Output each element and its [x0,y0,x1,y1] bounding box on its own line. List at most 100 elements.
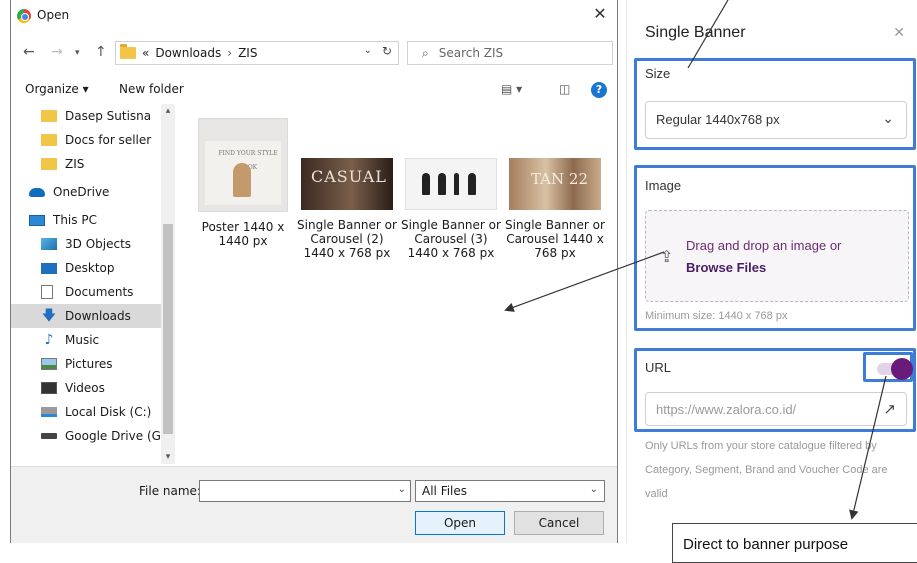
annotation-tooltip: Direct to banner purpose [672,523,917,563]
desktop-icon [41,262,57,274]
folder-icon [41,110,57,122]
scroll-down-icon[interactable]: ▾ [161,452,175,462]
dialog-footer: File name: ⌄ All Files ⌄ Open Cancel [11,466,617,543]
url-placeholder: https://www.zalora.co.id/ [656,402,797,417]
sidebar-item-onedrive[interactable]: OneDrive [11,180,175,204]
file-item-carousel-2[interactable]: CASUAL Single Banner or Carousel (2) 144… [295,110,399,260]
sidebar-item-label: Google Drive (G:) [65,429,170,443]
file-thumbnail [405,158,497,210]
forward-icon[interactable]: → [51,44,63,60]
size-select[interactable]: Regular 1440x768 px ⌄ [645,101,907,139]
sidebar-item-label: Downloads [65,309,131,323]
breadcrumb-downloads[interactable]: Downloads [155,46,221,60]
external-link-icon[interactable]: ↗ [883,400,896,418]
organize-button[interactable]: Organize ▾ [25,82,89,96]
size-value: Regular 1440x768 px [656,112,780,127]
url-toggle[interactable] [873,358,913,380]
sidebar-item-label: OneDrive [53,185,110,199]
sidebar-item-local-disk[interactable]: Local Disk (C:) [11,400,175,424]
upload-icon: ⇪ [660,249,674,266]
file-thumbnail: FIND YOUR STYLE LOOK [198,118,288,212]
document-icon [41,285,53,299]
image-label: Image [645,178,682,193]
video-icon [41,382,57,394]
sidebar-item-label: Videos [65,381,105,395]
cube-icon [41,238,57,250]
thumbnail-figure [468,173,476,195]
image-drop-zone[interactable]: ⇪ Drag and drop an image or Browse Files [645,210,909,302]
chevron-down-icon: ⌄ [589,484,598,495]
scrollbar-thumb[interactable] [163,224,173,434]
disk-icon [41,407,57,417]
file-item-poster[interactable]: FIND YOUR STYLE LOOK Poster 1440 x 1440 … [191,110,295,248]
sidebar-item-documents[interactable]: Documents [11,280,175,304]
sidebar-item-zis[interactable]: ZIS [11,152,175,176]
refresh-icon[interactable]: ↻ [382,44,392,58]
sidebar-item-label: Docs for seller [65,133,152,147]
file-name: Single Banner or Carousel 1440 x 768 px [505,218,605,260]
search-placeholder: Search ZIS [438,46,504,60]
help-icon[interactable]: ? [591,82,607,98]
back-icon[interactable]: ← [23,44,35,60]
sidebar-item-label: Local Disk (C:) [65,405,152,419]
file-thumbnail: CASUAL [301,158,393,210]
url-input[interactable]: https://www.zalora.co.id/ ↗ [645,392,907,426]
preview-pane-icon[interactable]: ◫ [559,82,570,96]
file-type-select[interactable]: All Files ⌄ [415,480,605,502]
sidebar-item-label: Documents [65,285,134,299]
folder-icon [41,134,57,146]
min-size-hint: Minimum size: 1440 x 768 px [645,310,788,322]
view-options-icon[interactable]: ▤ ▾ [501,82,522,96]
open-file-dialog: Open ✕ ← → ▾ ↑ « Downloads › ZIS ⌄ ↻ ⌕ S… [10,0,618,543]
close-icon[interactable]: ✕ [893,24,905,41]
up-icon[interactable]: ↑ [95,44,107,60]
file-name-label: File name: [139,484,201,498]
new-folder-button[interactable]: New folder [119,82,184,96]
sidebar-scrollbar[interactable]: ▴ ▾ [161,104,175,464]
cancel-button[interactable]: Cancel [514,511,604,535]
browse-files-link[interactable]: Browse Files [686,260,766,275]
sidebar-item-desktop[interactable]: Desktop [11,256,175,280]
sidebar-item-this-pc[interactable]: This PC [11,208,175,232]
thumbnail-figure [454,173,459,195]
file-thumbnail: TAN 22 [509,158,601,210]
scroll-up-icon[interactable]: ▴ [161,106,175,116]
thumbnail-text: TAN 22 [531,170,588,188]
thumbnail-figure [438,173,446,195]
sidebar-item-3d-objects[interactable]: 3D Objects [11,232,175,256]
sidebar-item-label: 3D Objects [65,237,132,251]
close-icon[interactable]: ✕ [589,4,611,23]
address-bar[interactable]: « Downloads › ZIS ⌄ ↻ [115,41,399,65]
dialog-title: Open [37,8,70,22]
file-item-carousel-3[interactable]: Single Banner or Carousel (3) 1440 x 768… [399,110,503,260]
thumbnail-figure [422,173,430,195]
file-list: FIND YOUR STYLE LOOK Poster 1440 x 1440 … [191,110,611,460]
music-icon: ♪ [44,332,54,348]
chevron-down-icon[interactable]: ⌄ [364,45,372,56]
sidebar-item-videos[interactable]: Videos [11,376,175,400]
file-name: Poster 1440 x 1440 px [201,220,285,248]
chevron-right-icon: › [227,46,233,60]
recent-dropdown-icon[interactable]: ▾ [75,48,80,58]
chevron-down-icon[interactable]: ⌄ [398,484,406,495]
sidebar-item-google-drive[interactable]: Google Drive (G:) [11,424,175,448]
sidebar-item-pictures[interactable]: Pictures [11,352,175,376]
search-icon: ⌕ [422,45,429,60]
sidebar-item-music[interactable]: ♪ Music [11,328,175,352]
folder-icon [41,158,57,170]
open-button[interactable]: Open [415,511,505,535]
sidebar-item-downloads[interactable]: 🡇 Downloads [11,304,175,328]
file-type-value: All Files [422,484,468,498]
file-name: Single Banner or Carousel (3) 1440 x 768… [401,218,501,260]
sidebar-item-label: Dasep Sutisna [65,109,152,123]
sidebar-item-docs-for-seller[interactable]: Docs for seller [11,128,175,152]
sidebar-item-label: Pictures [65,357,113,371]
drive-icon [41,433,57,439]
breadcrumb-zis[interactable]: ZIS [238,46,257,60]
file-name-input[interactable]: ⌄ [199,480,411,502]
search-box[interactable]: ⌕ Search ZIS [407,41,613,65]
file-item-carousel[interactable]: TAN 22 Single Banner or Carousel 1440 x … [503,110,607,260]
chevron-down-icon: ⌄ [882,110,894,126]
sidebar-item-dasep-sutisna[interactable]: Dasep Sutisna [11,104,175,128]
dialog-toolbar: Organize ▾ New folder ▤ ▾ ◫ ? [11,78,617,102]
